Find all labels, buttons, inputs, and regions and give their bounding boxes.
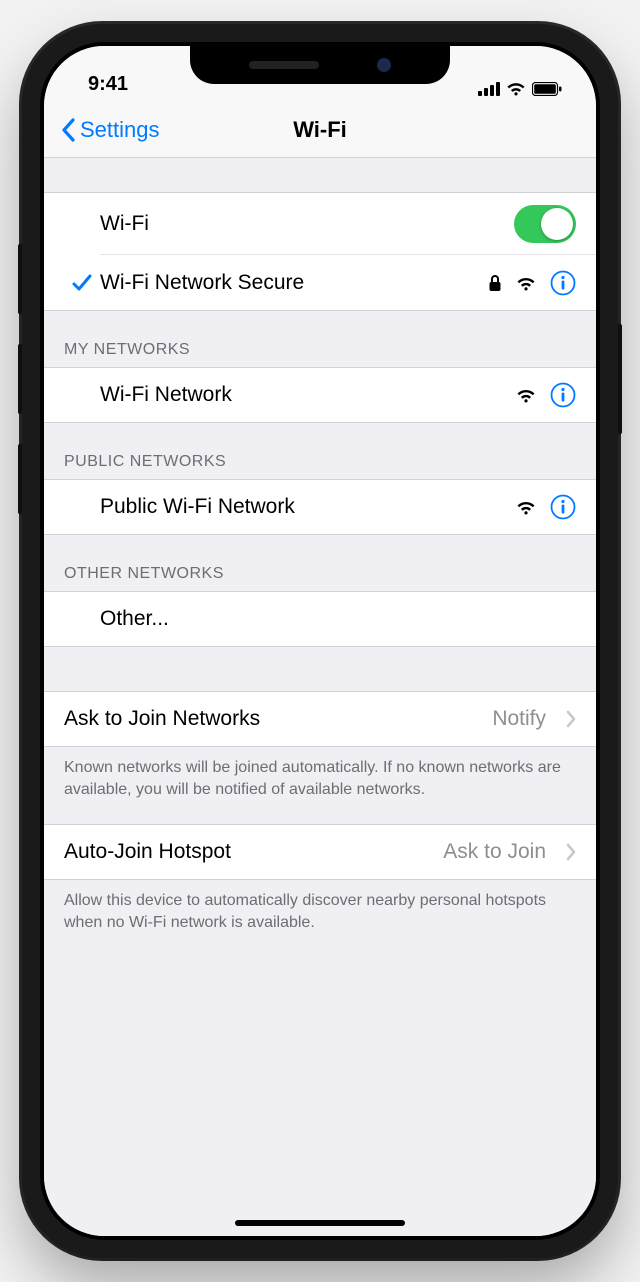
spacer (44, 158, 596, 192)
checkmark-icon (64, 272, 100, 294)
front-camera (377, 58, 391, 72)
wifi-icon (506, 82, 526, 96)
home-indicator[interactable] (235, 1220, 405, 1226)
public-network-row[interactable]: Public Wi-Fi Network (44, 479, 596, 535)
spacer (44, 647, 596, 691)
ask-to-join-footer: Known networks will be joined automatica… (44, 747, 596, 808)
chevron-right-icon (566, 843, 576, 861)
bezel: 9:41 Settings Wi-Fi Wi-Fi (40, 42, 600, 1240)
wifi-toggle-label: Wi-Fi (100, 212, 514, 236)
my-network-name: Wi-Fi Network (100, 383, 516, 407)
auto-join-value: Ask to Join (443, 840, 546, 864)
connected-network-row[interactable]: Wi-Fi Network Secure (44, 255, 596, 311)
my-networks-header: MY NETWORKS (44, 311, 596, 367)
auto-join-label: Auto-Join Hotspot (64, 840, 443, 864)
status-right (478, 82, 562, 96)
my-network-row[interactable]: Wi-Fi Network (44, 367, 596, 423)
screen: 9:41 Settings Wi-Fi Wi-Fi (44, 46, 596, 1236)
connected-network-name: Wi-Fi Network Secure (100, 271, 488, 295)
lock-icon (488, 274, 502, 292)
wifi-signal-icon (516, 500, 536, 515)
spacer (44, 941, 596, 1001)
chevron-left-icon (60, 118, 76, 142)
notch (190, 46, 450, 84)
info-icon[interactable] (550, 270, 576, 296)
nav-bar: Settings Wi-Fi (44, 102, 596, 158)
auto-join-footer: Allow this device to automatically disco… (44, 880, 596, 941)
public-network-name: Public Wi-Fi Network (100, 495, 516, 519)
cellular-icon (478, 82, 500, 96)
chevron-right-icon (566, 710, 576, 728)
status-time: 9:41 (88, 73, 128, 96)
wifi-switch[interactable] (514, 205, 576, 243)
wifi-toggle-row: Wi-Fi (44, 192, 596, 255)
wifi-signal-icon (516, 388, 536, 403)
back-button[interactable]: Settings (60, 117, 160, 143)
auto-join-row[interactable]: Auto-Join Hotspot Ask to Join (44, 824, 596, 880)
other-network-row[interactable]: Other... (44, 591, 596, 647)
wifi-signal-icon (516, 276, 536, 291)
back-label: Settings (80, 117, 160, 143)
ask-to-join-label: Ask to Join Networks (64, 707, 492, 731)
speaker (249, 61, 319, 69)
other-label: Other... (100, 607, 576, 631)
other-networks-header: OTHER NETWORKS (44, 535, 596, 591)
spacer (44, 808, 596, 824)
battery-icon (532, 82, 562, 96)
info-icon[interactable] (550, 494, 576, 520)
nav-title: Wi-Fi (293, 117, 347, 143)
info-icon[interactable] (550, 382, 576, 408)
public-networks-header: PUBLIC NETWORKS (44, 423, 596, 479)
phone-frame: 9:41 Settings Wi-Fi Wi-Fi (22, 24, 618, 1258)
ask-to-join-value: Notify (492, 707, 546, 731)
content[interactable]: Wi-Fi Wi-Fi Network Secure MY N (44, 158, 596, 1236)
ask-to-join-row[interactable]: Ask to Join Networks Notify (44, 691, 596, 747)
